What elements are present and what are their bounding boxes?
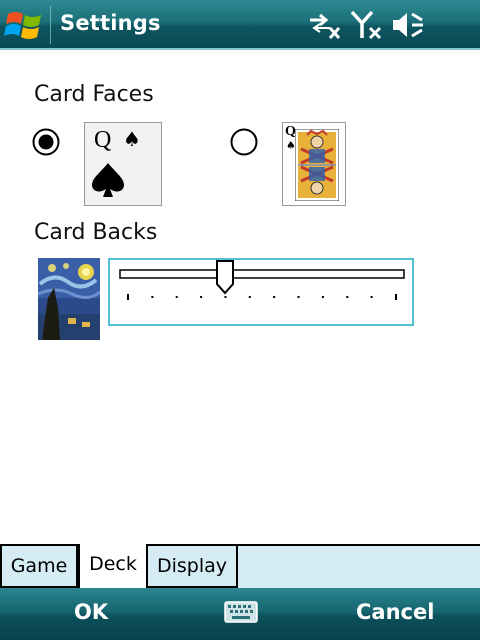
page-title: Settings [60, 11, 161, 35]
queen-figure-icon [295, 129, 339, 201]
slider-ticks [127, 294, 397, 300]
title-separator [50, 6, 51, 44]
small-spade-icon: ♠ [123, 127, 141, 151]
card-face-preview-simple[interactable]: Q ♠ [84, 122, 162, 206]
windows-start-icon[interactable] [4, 6, 46, 44]
slider-track [119, 269, 405, 300]
ok-button[interactable]: OK [74, 600, 108, 624]
card-face-radio-2[interactable] [230, 128, 258, 156]
large-spade-icon [92, 163, 124, 197]
card-backs-label: Card Backs [34, 220, 158, 245]
card-faces-label: Card Faces [34, 82, 154, 107]
signal-off-icon[interactable] [350, 8, 386, 42]
title-bar: Settings [0, 0, 480, 50]
tab-display[interactable]: Display [146, 544, 238, 588]
card-back-preview [38, 258, 100, 340]
card-face-radio-1[interactable] [32, 128, 60, 156]
cancel-button[interactable]: Cancel [356, 600, 434, 624]
slider-thumb[interactable] [215, 260, 235, 296]
keyboard-icon[interactable] [224, 601, 258, 623]
card-rank: Q [94, 127, 112, 153]
tab-strip: Game Deck Display [0, 544, 480, 590]
volume-mute-icon[interactable] [390, 8, 426, 42]
connectivity-icon[interactable] [306, 8, 342, 42]
card-back-slider[interactable] [108, 258, 414, 326]
tab-game[interactable]: Game [0, 544, 78, 588]
card-face-preview-classic[interactable]: Q ♠ [282, 122, 346, 206]
tab-deck[interactable]: Deck [78, 544, 148, 590]
